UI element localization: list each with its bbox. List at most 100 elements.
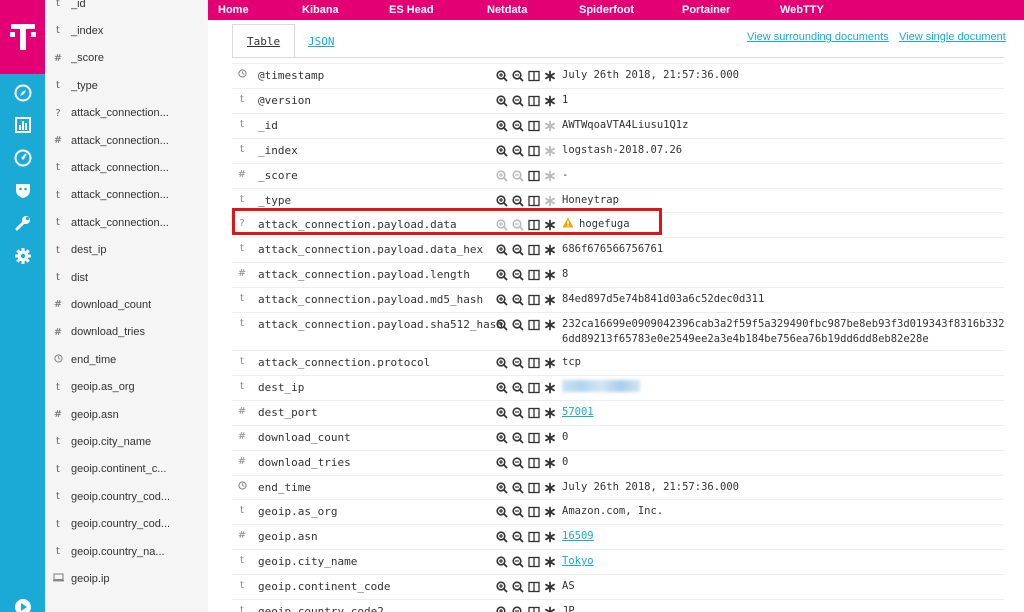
field-list-item[interactable]: t geoip.city_name xyxy=(45,428,208,455)
toggle-column-icon[interactable] xyxy=(528,481,541,494)
field-list-item[interactable]: t geoip.as_org xyxy=(45,374,208,401)
filter-out-value-icon[interactable] xyxy=(512,94,525,107)
dashboard-gauge-icon[interactable] xyxy=(12,147,33,168)
toggle-column-icon[interactable] xyxy=(528,506,541,519)
nav-link-home[interactable]: Home xyxy=(218,4,249,16)
filter-out-value-icon[interactable] xyxy=(512,506,525,519)
filter-out-value-icon[interactable] xyxy=(512,269,525,282)
field-list-item[interactable]: t dist xyxy=(45,264,208,291)
filter-exists-icon[interactable] xyxy=(543,169,556,182)
filter-out-value-icon[interactable] xyxy=(512,456,525,469)
toggle-column-icon[interactable] xyxy=(528,556,541,569)
filter-out-value-icon[interactable] xyxy=(512,581,525,594)
wrench-icon[interactable] xyxy=(12,212,33,233)
field-list-item[interactable]: t _id xyxy=(45,0,208,17)
filter-exists-icon[interactable] xyxy=(543,319,556,332)
toggle-column-icon[interactable] xyxy=(528,531,541,544)
filter-out-value-icon[interactable] xyxy=(512,169,525,182)
filter-exists-icon[interactable] xyxy=(543,531,556,544)
filter-exists-icon[interactable] xyxy=(543,456,556,469)
filter-out-value-icon[interactable] xyxy=(512,194,525,207)
filter-out-value-icon[interactable] xyxy=(512,357,525,370)
field-list-item[interactable]: geoip.ip xyxy=(45,565,208,592)
filter-exists-icon[interactable] xyxy=(543,481,556,494)
toggle-column-icon[interactable] xyxy=(528,581,541,594)
view-single-document-link[interactable]: View single document xyxy=(899,31,1006,43)
nav-link-es-head[interactable]: ES Head xyxy=(389,4,434,16)
toggle-column-icon[interactable] xyxy=(528,144,541,157)
bar-chart-icon[interactable] xyxy=(12,114,33,135)
filter-for-value-icon[interactable] xyxy=(496,269,509,282)
field-list-item[interactable]: # download_tries xyxy=(45,319,208,346)
field-list-item[interactable]: t _type xyxy=(45,72,208,99)
toggle-column-icon[interactable] xyxy=(528,194,541,207)
filter-for-value-icon[interactable] xyxy=(496,169,509,182)
filter-for-value-icon[interactable] xyxy=(496,506,509,519)
field-list-item[interactable]: t attack_connection... xyxy=(45,209,208,236)
filter-for-value-icon[interactable] xyxy=(496,481,509,494)
compass-icon[interactable] xyxy=(12,82,33,103)
field-value[interactable]: Tokyo xyxy=(562,554,594,569)
filter-out-value-icon[interactable] xyxy=(512,431,525,444)
filter-for-value-icon[interactable] xyxy=(496,119,509,132)
toggle-column-icon[interactable] xyxy=(528,269,541,282)
field-list-item[interactable]: t attack_connection... xyxy=(45,182,208,209)
filter-for-value-icon[interactable] xyxy=(496,357,509,370)
filter-out-value-icon[interactable] xyxy=(512,381,525,394)
filter-exists-icon[interactable] xyxy=(543,119,556,132)
field-value[interactable]: 16509 xyxy=(562,529,594,544)
filter-out-value-icon[interactable] xyxy=(512,481,525,494)
filter-for-value-icon[interactable] xyxy=(496,381,509,394)
filter-exists-icon[interactable] xyxy=(543,381,556,394)
filter-for-value-icon[interactable] xyxy=(496,94,509,107)
toggle-column-icon[interactable] xyxy=(528,119,541,132)
field-list-item[interactable]: t attack_connection... xyxy=(45,154,208,181)
nav-link-kibana[interactable]: Kibana xyxy=(302,4,339,16)
filter-exists-icon[interactable] xyxy=(543,194,556,207)
nav-link-portainer[interactable]: Portainer xyxy=(682,4,730,16)
play-icon[interactable] xyxy=(12,596,33,612)
filter-exists-icon[interactable] xyxy=(543,294,556,307)
toggle-column-icon[interactable] xyxy=(528,294,541,307)
toggle-column-icon[interactable] xyxy=(528,456,541,469)
filter-out-value-icon[interactable] xyxy=(512,319,525,332)
field-list-item[interactable]: # _score xyxy=(45,45,208,72)
filter-exists-icon[interactable] xyxy=(543,144,556,157)
field-list-item[interactable]: t geoip.country_cod... xyxy=(45,511,208,538)
field-value[interactable]: 57001 xyxy=(562,405,594,420)
nav-link-spiderfoot[interactable]: Spiderfoot xyxy=(579,4,634,16)
nav-link-webtty[interactable]: WebTTY xyxy=(780,4,824,16)
filter-out-value-icon[interactable] xyxy=(512,70,525,83)
filter-for-value-icon[interactable] xyxy=(496,581,509,594)
filter-for-value-icon[interactable] xyxy=(496,431,509,444)
filter-for-value-icon[interactable] xyxy=(496,406,509,419)
tab-table[interactable]: Table xyxy=(232,24,296,58)
toggle-column-icon[interactable] xyxy=(528,319,541,332)
field-list-item[interactable]: end_time xyxy=(45,346,208,373)
toggle-column-icon[interactable] xyxy=(528,357,541,370)
filter-for-value-icon[interactable] xyxy=(496,244,509,257)
filter-exists-icon[interactable] xyxy=(543,269,556,282)
filter-exists-icon[interactable] xyxy=(543,244,556,257)
filter-out-value-icon[interactable] xyxy=(512,119,525,132)
field-list-item[interactable]: t dest_ip xyxy=(45,237,208,264)
filter-out-value-icon[interactable] xyxy=(512,244,525,257)
tab-json[interactable]: JSON xyxy=(294,24,349,58)
nav-link-netdata[interactable]: Netdata xyxy=(487,4,527,16)
field-list-item[interactable]: t geoip.country_na... xyxy=(45,538,208,565)
filter-exists-icon[interactable] xyxy=(543,506,556,519)
filter-exists-icon[interactable] xyxy=(543,556,556,569)
filter-for-value-icon[interactable] xyxy=(496,556,509,569)
toggle-column-icon[interactable] xyxy=(528,381,541,394)
shield-icon[interactable] xyxy=(12,179,33,200)
filter-exists-icon[interactable] xyxy=(543,581,556,594)
gear-icon[interactable] xyxy=(12,245,33,266)
toggle-column-icon[interactable] xyxy=(528,94,541,107)
field-list-item[interactable]: # attack_connection... xyxy=(45,127,208,154)
filter-exists-icon[interactable] xyxy=(543,431,556,444)
filter-for-value-icon[interactable] xyxy=(496,144,509,157)
filter-out-value-icon[interactable] xyxy=(512,294,525,307)
filter-exists-icon[interactable] xyxy=(543,357,556,370)
field-list-item[interactable]: # download_count xyxy=(45,291,208,318)
filter-for-value-icon[interactable] xyxy=(496,70,509,83)
